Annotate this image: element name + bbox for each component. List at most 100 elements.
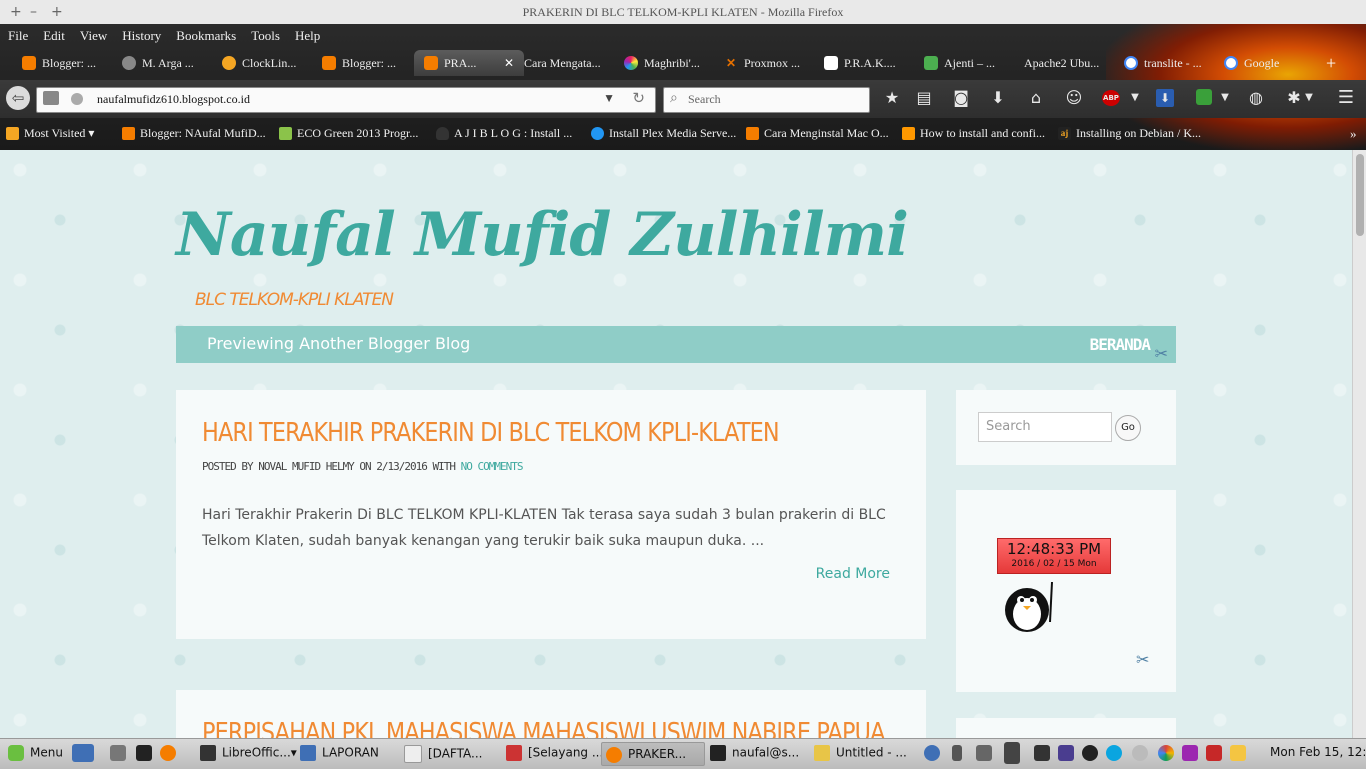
taskbar-item-terminal[interactable]: naufal@s... [710, 745, 799, 761]
page-scrollbar[interactable] [1352, 150, 1366, 738]
sticky-notes-icon[interactable] [1230, 745, 1246, 761]
menu-view[interactable]: View [72, 24, 114, 44]
globe-icon[interactable]: ◍ [1244, 87, 1268, 109]
tab-cara-mengatasi[interactable]: Cara Mengata... [524, 50, 614, 76]
file-manager-launcher-icon[interactable] [110, 745, 126, 761]
start-menu-button[interactable]: Menu [8, 745, 63, 761]
bookmarks-overflow-icon[interactable]: » [1350, 126, 1357, 142]
brightness-icon[interactable] [1132, 745, 1148, 761]
new-tab-button[interactable]: + [1326, 50, 1346, 76]
reload-icon[interactable]: ↻ [632, 89, 645, 107]
bookmark-label: A J I B L O G : Install ... [454, 126, 573, 140]
tab-maghribi[interactable]: Maghribi'... [624, 50, 714, 76]
menu-history[interactable]: History [114, 24, 168, 44]
bookmark-mac-os[interactable]: Cara Menginstal Mac O... [746, 126, 889, 142]
taskbar-item-prakerin[interactable]: PRAKER... [601, 742, 705, 766]
media-icon[interactable] [1082, 745, 1098, 761]
taskbar-item-untitled[interactable]: Untitled - ... [814, 745, 907, 761]
notes-tray-icon[interactable] [1206, 745, 1222, 761]
headphones-icon[interactable] [1058, 745, 1074, 761]
menu-bookmarks[interactable]: Bookmarks [168, 24, 243, 44]
back-button[interactable]: ⇦ [6, 86, 30, 110]
volume-icon[interactable] [976, 745, 992, 761]
tab-ajenti[interactable]: Ajenti – ... [924, 50, 1014, 76]
tab-bar: Blogger: ... M. Arga ... ClockLin... Blo… [0, 48, 1366, 78]
pocket-icon[interactable]: ◙ [949, 87, 973, 109]
scrollbar-thumb[interactable] [1356, 154, 1364, 236]
url-bar[interactable]: naufalmufidz610.blogspot.co.id ▼ ↻ [36, 87, 656, 113]
firefox-launcher-icon[interactable] [160, 745, 176, 761]
bookmark-ajiblog[interactable]: A J I B L O G : Install ... [436, 126, 572, 142]
battery-icon[interactable] [1034, 745, 1050, 761]
blogger-icon [746, 126, 759, 140]
tab-translite[interactable]: translite - ... [1124, 50, 1214, 76]
tab-groups-icon[interactable] [43, 91, 59, 105]
bookmarks-menu-icon[interactable]: ▤ [912, 87, 936, 109]
tab-m-arga[interactable]: M. Arga ... [122, 50, 212, 76]
proxmox-icon: ✕ [725, 56, 737, 71]
menu-tools[interactable]: Tools [243, 24, 287, 44]
bookmark-how-to-install[interactable]: How to install and confi... [902, 126, 1045, 142]
nav-beranda-link[interactable]: BERANDA [1090, 335, 1151, 354]
adblock-icon[interactable]: ABP [1102, 90, 1120, 106]
update-shield-icon[interactable] [924, 745, 940, 761]
search-input[interactable]: Search [688, 92, 721, 107]
menu-edit[interactable]: Edit [35, 24, 72, 44]
taskbar-item-libreoffice[interactable]: LibreOffic...▾ [200, 745, 297, 761]
bookmark-eco-green[interactable]: ECO Green 2013 Progr... [279, 126, 418, 142]
terminal-icon [710, 745, 726, 761]
close-tab-icon[interactable]: ✕ [504, 50, 514, 76]
downloads-icon[interactable]: ⬇ [986, 87, 1010, 109]
app-tray-icon[interactable] [1182, 745, 1198, 761]
search-bar[interactable]: ⌕ Search [663, 87, 870, 113]
site-identity-icon[interactable] [71, 93, 83, 105]
terminal-launcher-icon[interactable] [136, 745, 152, 761]
adblock-dropdown-icon[interactable]: ▼ [1128, 87, 1142, 109]
download-helper-icon[interactable]: ⬇ [1156, 89, 1174, 107]
url-dropdown-icon[interactable]: ▼ [603, 91, 615, 106]
chat-icon[interactable]: ☺ [1062, 87, 1086, 109]
network-signal-icon[interactable] [1004, 742, 1020, 764]
home-icon[interactable]: ⌂ [1024, 87, 1048, 109]
tab-proxmox[interactable]: ✕ Proxmox ... [724, 50, 814, 76]
tab-label: M. Arga ... [142, 56, 194, 70]
url-text[interactable]: naufalmufidz610.blogspot.co.id [97, 92, 250, 107]
blog-title[interactable]: Naufal Mufid Zulhilmi [176, 200, 909, 270]
green-cube-icon[interactable] [1196, 89, 1212, 105]
tab-google[interactable]: Google [1224, 50, 1314, 76]
post-title[interactable]: HARI TERAKHIR PRAKERIN DI BLC TELKOM KPL… [202, 418, 780, 448]
post-comments-link[interactable]: NO COMMENTS [461, 460, 524, 473]
bookmark-most-visited[interactable]: Most Visited ▾ [6, 126, 94, 142]
bookmark-plex[interactable]: Install Plex Media Serve... [591, 126, 736, 142]
system-clock[interactable]: Mon Feb 15, 12:48 [1270, 745, 1366, 759]
menu-file[interactable]: File [0, 24, 35, 44]
bookmark-debian[interactable]: aj Installing on Debian / K... [1058, 126, 1201, 142]
hamburger-menu-icon[interactable]: ☰ [1334, 87, 1358, 109]
read-more-link[interactable]: Read More [816, 566, 890, 582]
clock-date: 2016 / 02 / 15 Mon [1011, 559, 1097, 569]
edit-wrench-icon[interactable]: ✂ [1136, 650, 1149, 670]
show-desktop-icon[interactable] [72, 744, 94, 762]
tab-clocklink[interactable]: ClockLin... [222, 50, 312, 76]
tools-dropdown-icon[interactable]: ▼ [1302, 87, 1316, 109]
bluetooth-icon[interactable] [952, 745, 962, 761]
post-title[interactable]: PERPISAHAN PKL MAHASISWA MAHASISWI USWIM… [202, 718, 885, 738]
search-go-button[interactable]: Go [1115, 415, 1141, 441]
taskbar-item-daftar[interactable]: [DAFTA... [404, 745, 482, 763]
bookmark-star-icon[interactable]: ★ [880, 87, 904, 109]
penguin-icon [1005, 582, 1053, 632]
tab-blogger-1[interactable]: Blogger: ... [22, 50, 112, 76]
tab-prak[interactable]: P.R.A.K.... [824, 50, 914, 76]
edit-wrench-icon[interactable]: ✂ [1155, 344, 1168, 364]
menu-help[interactable]: Help [287, 24, 327, 44]
blog-search-input[interactable]: Search [978, 412, 1112, 442]
bookmark-blogger[interactable]: Blogger: NAufal MufiD... [122, 126, 266, 142]
skype-icon[interactable] [1106, 745, 1122, 761]
tab-blogger-2[interactable]: Blogger: ... [322, 50, 412, 76]
taskbar-item-laporan[interactable]: LAPORAN [300, 745, 379, 761]
tab-apache2[interactable]: Apache2 Ubu... [1024, 50, 1114, 76]
taskbar-item-selayang[interactable]: [Selayang ... [506, 745, 603, 761]
tab-prakerin-active[interactable]: PRA... ✕ [414, 50, 524, 76]
extension-dropdown-icon[interactable]: ▼ [1218, 87, 1232, 109]
chrome-icon[interactable] [1158, 745, 1174, 761]
